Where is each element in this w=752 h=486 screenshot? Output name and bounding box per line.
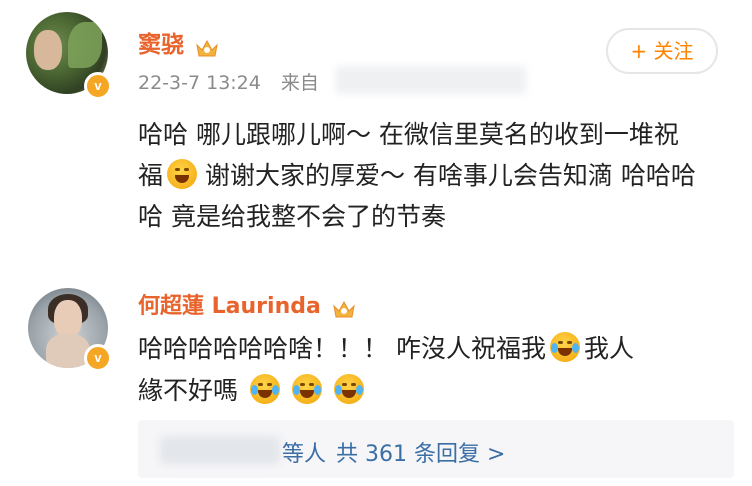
commenter[interactable]: 何超蓮 Laurinda <box>138 288 356 320</box>
avatar-face <box>54 300 82 338</box>
verified-badge-icon: v <box>84 72 112 100</box>
post-line-2: 福 谢谢大家的厚爱～ 有啥事儿会告知滴 哈哈哈 <box>138 155 738 196</box>
laugh-cry-emoji-icon <box>333 374 364 404</box>
post-line-1: 哈哈 哪儿跟哪儿啊～ 在微信里莫名的收到一堆祝 <box>138 120 679 149</box>
comment-text: 哈哈哈哈哈哈啥！！！ 咋沒人祝福我 我人 緣不好嗎 <box>138 328 738 412</box>
post-line-2-start: 福 <box>138 161 164 190</box>
post-author[interactable]: 窦骁 <box>138 25 219 59</box>
post-date: 22-3-7 13:24 <box>138 72 261 94</box>
follow-button[interactable]: + 关注 <box>606 28 718 74</box>
post-meta: 22-3-7 13:24 来自 <box>138 68 319 95</box>
blurred-repliers <box>160 436 280 464</box>
post-line-3: 哈 竟是给我整不会了的节奏 <box>138 202 446 231</box>
avatar-face <box>34 30 62 70</box>
laugh-cry-emoji-icon <box>549 332 580 362</box>
commenter-name[interactable]: 何超蓮 Laurinda <box>138 294 321 319</box>
comment-line-1: 哈哈哈哈哈哈啥！！！ 咋沒人祝福我 我人 <box>138 328 738 370</box>
laugh-cry-emoji-icon <box>249 374 280 404</box>
verified-badge-icon: v <box>84 344 112 372</box>
author-name[interactable]: 窦骁 <box>138 32 184 58</box>
avatar-foliage <box>68 22 102 68</box>
source-prefix: 来自 <box>280 72 319 94</box>
comment-line-1-start: 哈哈哈哈哈哈啥！！！ 咋沒人祝福我 <box>138 334 546 363</box>
crown-icon <box>333 300 355 317</box>
emoji-icon <box>167 159 198 189</box>
comment-line-1-end: 我人 <box>583 334 634 363</box>
post-line-2-end: 谢谢大家的厚爱～ 有啥事儿会告知滴 哈哈哈 <box>197 161 696 190</box>
laugh-cry-emoji-icon <box>291 374 322 404</box>
reply-repliers-suffix: 等人 <box>282 442 327 467</box>
crown-icon <box>196 39 218 56</box>
avatar-body <box>46 334 90 368</box>
blurred-source <box>336 66 526 94</box>
comment-line-2: 緣不好嗎 <box>138 370 738 412</box>
post-text: 哈哈 哪儿跟哪儿啊～ 在微信里莫名的收到一堆祝 福 谢谢大家的厚爱～ 有啥事儿会… <box>138 114 738 237</box>
view-replies-link[interactable]: 共 361 条回复 > <box>336 436 505 468</box>
comment-line-2-text: 緣不好嗎 <box>138 376 239 405</box>
